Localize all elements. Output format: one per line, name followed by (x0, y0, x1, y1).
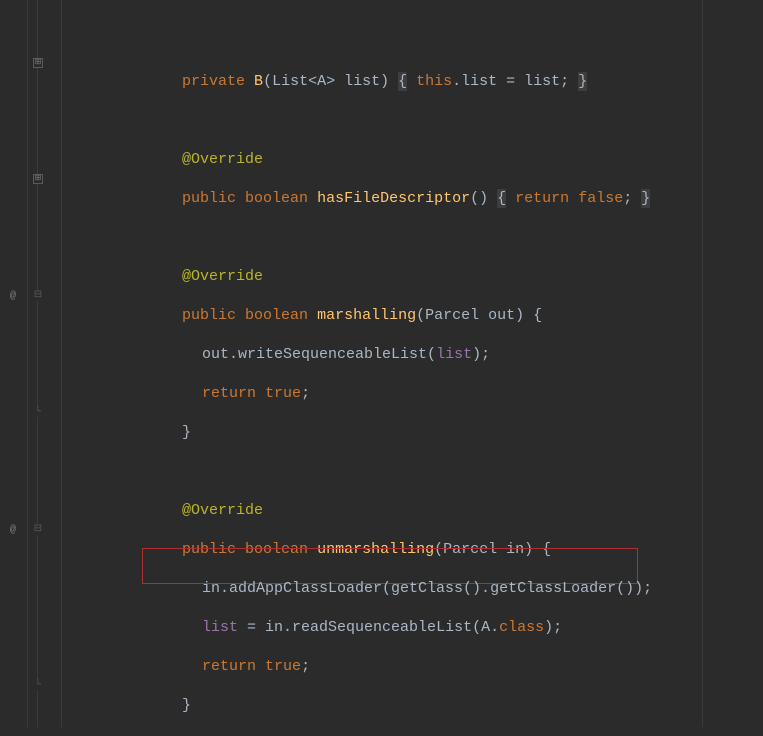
editor-gutter: ⊞ ⊞ @ ⊟ └ @ ⊟ └ (0, 0, 62, 727)
brace-open: { (398, 72, 407, 91)
fold-expand-icon[interactable]: ⊞ (33, 58, 43, 68)
fold-expand-icon[interactable]: ⊞ (33, 174, 43, 184)
brace-open: { (497, 189, 506, 208)
assignment: .list = list; (452, 73, 569, 90)
params: (List<A> list) (263, 73, 389, 90)
method-name: marshalling (317, 307, 416, 324)
keyword-boolean: boolean (245, 307, 308, 324)
fold-guide-line-2 (37, 0, 38, 727)
fold-guide-line (27, 0, 28, 727)
brace-close: } (578, 72, 587, 91)
keyword-false: false (578, 190, 623, 207)
keyword-private: private (182, 73, 245, 90)
field-ref: list (202, 619, 238, 636)
keyword-boolean: boolean (245, 190, 308, 207)
field-ref: list (436, 346, 472, 363)
keyword-public: public (182, 307, 236, 324)
keyword-class: class (499, 619, 544, 636)
brace-close: } (641, 189, 650, 208)
params: (Parcel out) { (416, 307, 542, 324)
fold-end-icon: └ (33, 407, 43, 417)
parens: () (470, 190, 488, 207)
annotation-override: @Override (182, 151, 263, 168)
keyword-public: public (182, 190, 236, 207)
code-line[interactable]: } (146, 403, 191, 463)
code-editor-area[interactable]: private B(List<A> list) { this.list = li… (62, 0, 763, 727)
method-name: B (254, 73, 263, 90)
override-gutter-icon[interactable]: @ (6, 524, 20, 538)
fold-collapse-icon[interactable]: ⊟ (33, 291, 43, 301)
brace-close: } (182, 697, 191, 714)
semicolon: ; (301, 658, 310, 675)
keyword-return: return (515, 190, 569, 207)
method-call-suffix: ); (544, 619, 562, 636)
keyword-true: true (265, 385, 301, 402)
keyword-this: this (416, 73, 452, 90)
right-margin-guide (702, 0, 703, 727)
fold-collapse-icon[interactable]: ⊟ (33, 525, 43, 535)
method-call-prefix: out.writeSequenceableList( (202, 346, 436, 363)
brace-close: } (182, 424, 191, 441)
method-call-suffix: ); (472, 346, 490, 363)
fold-end-icon: └ (33, 680, 43, 690)
override-gutter-icon[interactable]: @ (6, 290, 20, 304)
code-line[interactable]: } (146, 676, 191, 736)
annotation-override: @Override (182, 502, 263, 519)
method-name: hasFileDescriptor (317, 190, 470, 207)
code-line[interactable]: public boolean hasFileDescriptor() { ret… (146, 169, 650, 229)
semicolon: ; (301, 385, 310, 402)
method-call: in.addAppClassLoader(getClass().getClass… (202, 580, 652, 597)
method-call-middle: = in.readSequenceableList(A. (238, 619, 499, 636)
keyword-true: true (265, 658, 301, 675)
semicolon: ; (623, 190, 632, 207)
code-line[interactable]: private B(List<A> list) { this.list = li… (146, 52, 587, 112)
annotation-override: @Override (182, 268, 263, 285)
keyword-return: return (202, 385, 256, 402)
keyword-return: return (202, 658, 256, 675)
